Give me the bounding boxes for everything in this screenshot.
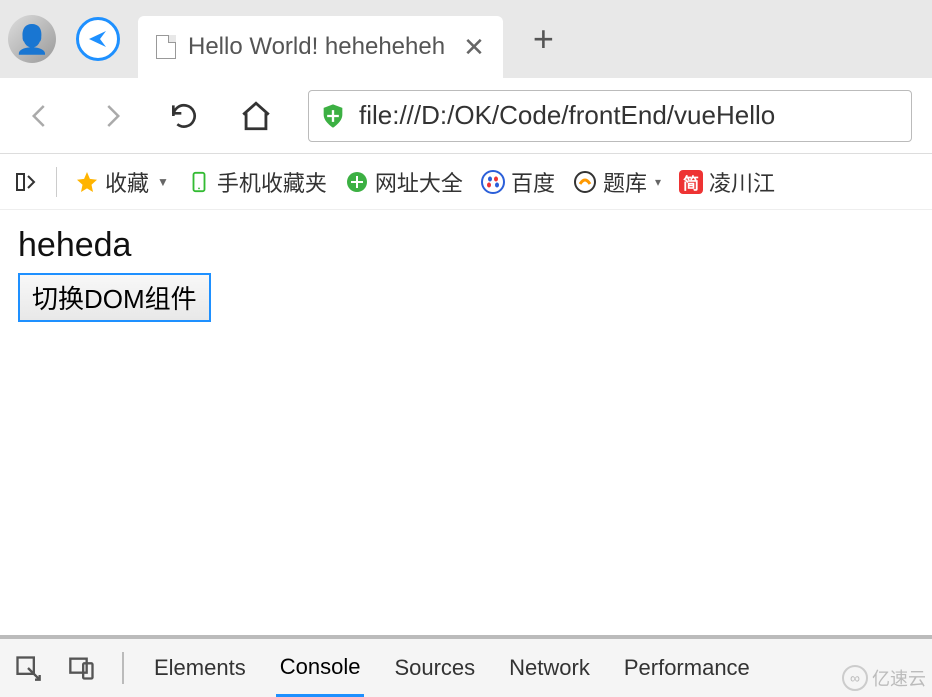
bookmark-label: 收藏 (105, 166, 149, 198)
page-icon (156, 35, 176, 59)
lingchuan-icon: 简 (679, 170, 703, 194)
bookmark-mobile[interactable]: 手机收藏夹 (187, 166, 327, 198)
sites-icon (345, 170, 369, 194)
watermark-icon: ∞ (842, 665, 868, 691)
reload-button[interactable] (164, 96, 204, 136)
nav-toolbar: file:///D:/OK/Code/frontEnd/vueHello (0, 78, 932, 154)
devtools-tab-sources[interactable]: Sources (390, 641, 479, 695)
devtools-tab-console[interactable]: Console (276, 640, 365, 697)
browser-tab-bar: 👤 Hello World! heheheheh ✕ + (0, 0, 932, 78)
devtools-tab-elements[interactable]: Elements (150, 641, 250, 695)
bookmark-label: 网址大全 (375, 166, 463, 198)
bookmark-label: 百度 (511, 166, 555, 198)
bookmark-sites[interactable]: 网址大全 (345, 166, 463, 198)
bookmark-favorites[interactable]: 收藏 ▼ (75, 166, 169, 198)
chevron-down-icon: ▼ (157, 175, 169, 189)
bookmark-lingchuan[interactable]: 简 凌川江 (679, 166, 775, 198)
star-icon (75, 170, 99, 194)
user-avatar[interactable]: 👤 (8, 15, 56, 63)
bookmark-label: 题库 (603, 166, 647, 198)
devtools-tab-performance[interactable]: Performance (620, 641, 754, 695)
page-content: heheda 切换DOM组件 (0, 210, 932, 338)
bookmark-tiku[interactable]: 题库 ▾ (573, 166, 661, 198)
watermark: ∞ 亿速云 (842, 665, 926, 691)
bookmark-baidu[interactable]: 百度 (481, 166, 555, 198)
security-shield-icon (319, 102, 347, 130)
separator (56, 167, 57, 197)
bookmark-bar: 收藏 ▼ 手机收藏夹 网址大全 百度 题库 ▾ 简 凌川江 (0, 154, 932, 210)
close-tab-icon[interactable]: ✕ (463, 32, 485, 63)
home-button[interactable] (236, 96, 276, 136)
devtools-bar: Elements Console Sources Network Perform… (0, 635, 932, 697)
chevron-down-icon: ▾ (655, 175, 661, 189)
address-bar[interactable]: file:///D:/OK/Code/frontEnd/vueHello (308, 90, 912, 142)
toggle-dom-button[interactable]: 切换DOM组件 (18, 273, 211, 322)
back-button[interactable] (20, 96, 60, 136)
bookmarks-toggle-icon[interactable] (14, 170, 38, 194)
baidu-icon (481, 170, 505, 194)
page-heading: heheda (18, 226, 914, 265)
bookmark-label: 手机收藏夹 (217, 166, 327, 198)
toggle-device-icon[interactable] (68, 654, 96, 682)
mobile-icon (187, 170, 211, 194)
separator (122, 652, 124, 684)
forward-button[interactable] (92, 96, 132, 136)
tab-title: Hello World! heheheheh (188, 33, 445, 61)
browser-tab[interactable]: Hello World! heheheheh ✕ (138, 16, 503, 78)
tiku-icon (573, 170, 597, 194)
add-tab-button[interactable]: + (533, 18, 554, 60)
watermark-text: 亿速云 (872, 665, 926, 691)
browser-logo-icon[interactable] (76, 17, 120, 61)
url-text: file:///D:/OK/Code/frontEnd/vueHello (359, 100, 775, 131)
inspect-element-icon[interactable] (14, 654, 42, 682)
bookmark-label: 凌川江 (709, 166, 775, 198)
devtools-tab-network[interactable]: Network (505, 641, 594, 695)
